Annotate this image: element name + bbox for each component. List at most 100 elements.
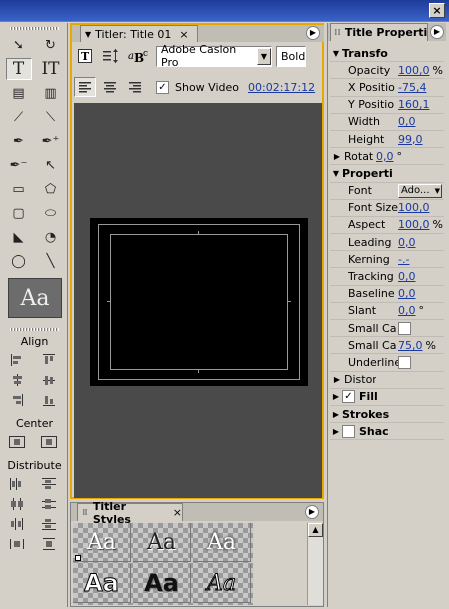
distribute-left-icon[interactable] (6, 475, 28, 493)
style-swatch[interactable]: Aa (193, 564, 251, 603)
align-text-center-icon[interactable] (99, 77, 121, 97)
align-vertical-center-icon[interactable] (38, 371, 60, 389)
wedge-tool-icon[interactable]: ◣ (6, 226, 32, 248)
property-checkbox[interactable] (398, 355, 411, 369)
distribute-center-icon[interactable] (6, 495, 28, 513)
style-swatch[interactable]: Aa (193, 523, 251, 562)
property-value[interactable]: 100,0 (398, 64, 430, 77)
section-enable-checkbox[interactable]: ✓ (342, 390, 355, 404)
align-horizontal-center-icon[interactable] (6, 371, 28, 389)
vertical-path-type-tool-icon[interactable]: ⟍ (38, 106, 64, 128)
property-value[interactable]: 100,0 (398, 201, 430, 214)
align-text-right-icon[interactable] (124, 77, 146, 97)
collapse-triangle-icon[interactable]: ▼ (330, 49, 342, 58)
collapse-triangle-icon[interactable]: ▼ (330, 169, 342, 178)
titler-styles-tab[interactable]: ⁞⁞ Titler Styles × (77, 500, 183, 526)
convert-anchor-point-tool-icon[interactable]: ↖ (38, 154, 64, 176)
pen-tool-icon[interactable]: ✒ (6, 130, 32, 152)
tab-menu-triangle-icon[interactable]: ▼ (85, 30, 91, 39)
show-video-checkbox[interactable]: ✓ (156, 80, 169, 94)
properties-tab-grip-icon[interactable]: ⁞⁞ (334, 28, 341, 38)
property-value[interactable]: 160,1 (398, 98, 430, 111)
scroll-up-arrow-icon[interactable]: ▲ (308, 523, 323, 537)
style-swatch[interactable]: Aa (133, 564, 191, 603)
property-value[interactable]: 0,0 (398, 287, 416, 300)
add-anchor-point-tool-icon[interactable]: ✒⁺ (38, 130, 64, 152)
style-swatch[interactable]: Aa (73, 523, 131, 562)
property-value[interactable]: 0,0 (398, 236, 416, 249)
new-title-icon[interactable]: T (74, 46, 96, 66)
properties-panel-menu-icon[interactable]: ▶ (430, 25, 444, 39)
property-section-shac[interactable]: ▶ Shac (330, 423, 444, 441)
property-value[interactable]: 100,0 (398, 218, 430, 231)
window-close-button[interactable]: × (429, 3, 445, 18)
panel-menu-icon[interactable]: ▶ (306, 26, 320, 40)
distribute-vertical-spacing-icon[interactable] (38, 535, 60, 553)
rectangle-tool-icon[interactable]: ▭ (6, 178, 32, 200)
property-value[interactable]: 75,0 (398, 339, 423, 352)
roll-crawl-options-icon[interactable] (100, 46, 122, 66)
property-section-strokes[interactable]: ▶ Strokes (330, 406, 444, 424)
align-right-icon[interactable] (6, 391, 28, 409)
clipped-corner-rectangle-tool-icon[interactable]: ⬠ (38, 178, 64, 200)
font-dropdown-arrow-icon[interactable]: ▼ (435, 187, 441, 195)
selection-tool-icon[interactable]: ➘ (6, 34, 32, 56)
style-swatch[interactable]: Aa (73, 564, 131, 603)
expand-triangle-icon[interactable]: ▶ (330, 152, 344, 161)
titler-tab-close-icon[interactable]: × (179, 28, 188, 41)
section-enable-checkbox[interactable] (342, 424, 355, 438)
title-properties-tab[interactable]: ⁞⁞ Title Properti (330, 23, 428, 41)
property-value[interactable]: -.- (398, 253, 409, 266)
expand-triangle-icon[interactable]: ▶ (330, 427, 342, 436)
property-value[interactable]: 0,0 (376, 150, 394, 163)
templates-icon[interactable]: aBc (126, 46, 152, 66)
property-section-properti[interactable]: ▼ Properti (330, 165, 444, 183)
styles-panel-menu-icon[interactable]: ▶ (305, 505, 319, 519)
distribute-right-icon[interactable] (6, 515, 28, 533)
expand-triangle-icon[interactable]: ▶ (330, 392, 342, 401)
rounded-rectangle-tool-icon[interactable]: ⬭ (38, 202, 64, 224)
area-type-tool-icon[interactable]: ▤ (6, 82, 32, 104)
arc-tool-icon[interactable]: ◔ (38, 226, 64, 248)
property-value[interactable]: 0,0 (398, 304, 416, 317)
tools-panel-grip[interactable] (10, 27, 59, 30)
distribute-horizontal-spacing-icon[interactable] (6, 535, 28, 553)
font-family-dropdown[interactable]: Adobe Caslon Pro ▼ (156, 43, 272, 69)
ellipse-tool-icon[interactable]: ◯ (6, 250, 32, 272)
timecode-display[interactable]: 00:02:17:12 (248, 81, 315, 94)
center-vertical-icon[interactable] (38, 433, 60, 451)
vertical-area-type-tool-icon[interactable]: ▥ (38, 82, 64, 104)
property-value[interactable]: 0,0 (398, 115, 416, 128)
titler-styles-tab-close-icon[interactable]: × (173, 506, 182, 519)
video-frame[interactable] (90, 218, 308, 386)
delete-anchor-point-tool-icon[interactable]: ✒⁻ (6, 154, 32, 176)
property-value[interactable]: -75,4 (398, 81, 426, 94)
align-vertical-bottom-icon[interactable] (38, 391, 60, 409)
expand-triangle-icon[interactable]: ▶ (330, 410, 342, 419)
style-swatch[interactable]: Aa (133, 523, 191, 562)
titler-tab[interactable]: ▼ Titler: Title 01 × (80, 25, 198, 42)
title-canvas[interactable] (74, 103, 322, 498)
distribute-bottom-icon[interactable] (38, 515, 60, 533)
align-text-left-icon[interactable] (74, 77, 96, 97)
rounded-corner-rectangle-tool-icon[interactable]: ▢ (6, 202, 32, 224)
expand-triangle-icon[interactable]: ▶ (330, 375, 344, 384)
type-tool-icon[interactable]: T (5, 58, 32, 80)
line-tool-icon[interactable]: ╲ (38, 250, 64, 272)
property-value[interactable]: 0,0 (398, 270, 416, 283)
center-horizontal-icon[interactable] (6, 433, 28, 451)
path-type-tool-icon[interactable]: ⟋ (6, 106, 32, 128)
rotation-tool-icon[interactable]: ↻ (38, 34, 64, 56)
distribute-middle-icon[interactable] (38, 495, 60, 513)
font-dropdown[interactable]: Ado... ▼ (398, 183, 442, 198)
vertical-type-tool-icon[interactable]: IT (38, 58, 64, 80)
property-section-fill[interactable]: ▶ ✓ Fill (330, 389, 444, 406)
font-style-dropdown[interactable]: Bold (276, 45, 306, 67)
property-section-transfo[interactable]: ▼ Transfo (330, 45, 444, 63)
styles-tab-grip-icon[interactable]: ⁞⁞ (82, 508, 88, 518)
styles-scrollbar[interactable]: ▲ (307, 523, 323, 605)
align-left-icon[interactable] (6, 351, 28, 369)
font-family-dropdown-arrow-icon[interactable]: ▼ (257, 47, 271, 65)
property-checkbox[interactable] (398, 321, 411, 335)
actions-panel-grip[interactable] (10, 328, 59, 331)
